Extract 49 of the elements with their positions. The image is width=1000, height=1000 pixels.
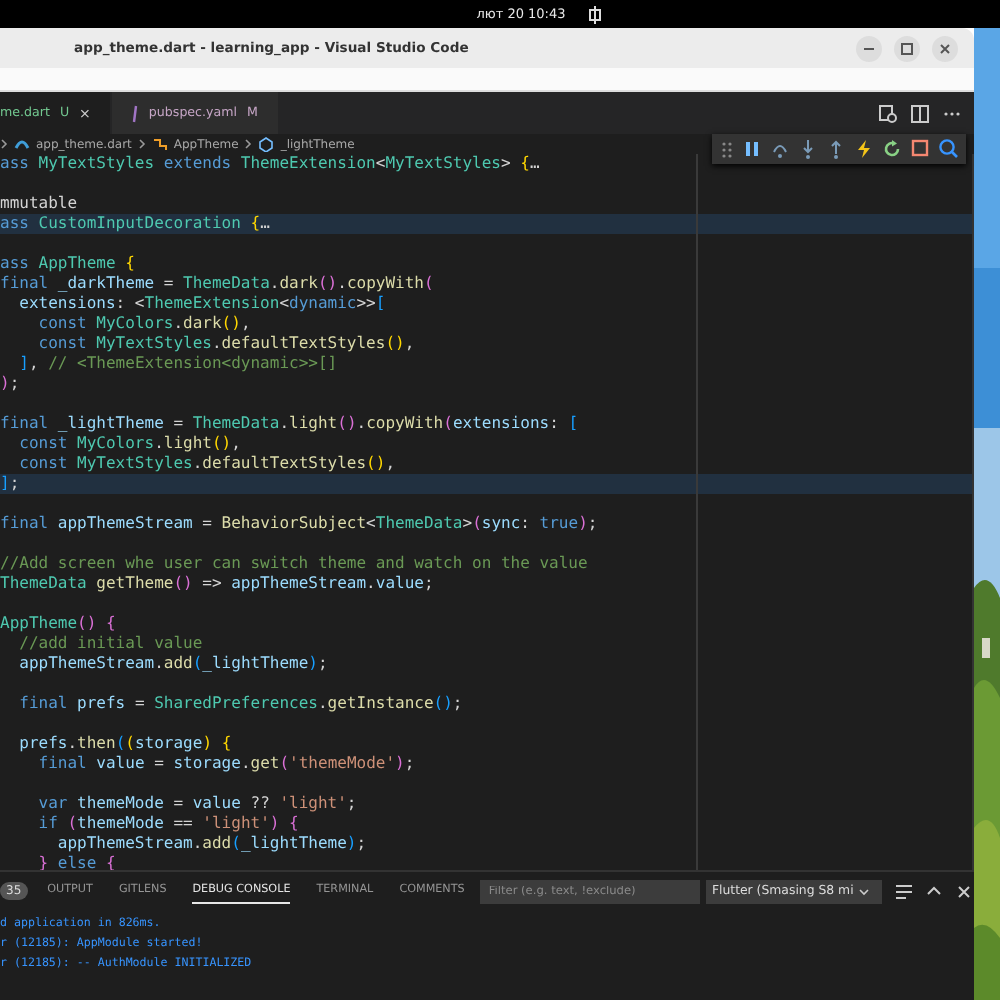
code-line: //Add screen whe user can switch theme and watch on the value (0, 554, 590, 574)
code-line: ThemeData getTheme() => appThemeStream.value; (0, 574, 436, 594)
caret-icon (857, 885, 870, 897)
clear-console-icon[interactable] (894, 881, 914, 901)
minimize-icon[interactable] (856, 35, 882, 61)
code-line: ); (0, 374, 22, 394)
code-line: const MyColors.light(), (17, 434, 243, 454)
step-out-icon[interactable] (826, 138, 846, 160)
code-line: //add initial value (17, 634, 205, 654)
dart-file-icon (14, 136, 30, 152)
field-icon (258, 136, 275, 152)
code-line: appThemeStream.add(_lightTheme); (55, 834, 369, 854)
compare-icon[interactable] (878, 103, 898, 123)
split-editor-icon[interactable] (910, 103, 930, 123)
code-line: ], // <ThemeExtension<dynamic>>[] (17, 354, 340, 374)
code-line: final appThemeStream = BehaviorSubject<ThemeData>(sync: true); (0, 514, 600, 534)
system-icon[interactable] (585, 5, 604, 23)
code-line: appThemeStream.add(_lightTheme); (17, 654, 330, 674)
code-line: } else { (36, 854, 118, 870)
pause-icon[interactable] (742, 138, 762, 160)
inspect-icon[interactable] (938, 138, 958, 160)
code-line: const MyTextStyles.defaultTextStyles(), (36, 334, 417, 354)
class-icon (151, 136, 168, 152)
close-icon[interactable] (932, 35, 958, 61)
drag-handle-icon[interactable] (720, 138, 734, 160)
lightning-icon[interactable] (854, 138, 874, 160)
code-line: ass AppTheme { (0, 254, 137, 274)
code-line: final prefs = SharedPreferences.getInstance(); (17, 694, 465, 714)
chevron-icon (244, 138, 253, 150)
code-line: prefs.then((storage) { (17, 734, 234, 754)
restart-icon[interactable] (882, 138, 902, 160)
code-line: var themeMode = value ?? 'light'; (36, 794, 359, 814)
code-line: if (themeMode == 'light') { (36, 814, 301, 834)
code-line: final value = storage.get('themeMode'); (36, 754, 417, 774)
maximize-icon[interactable] (894, 35, 920, 61)
code-line: const MyColors.dark(), (36, 314, 253, 334)
code-line: ass MyTextStyles extends ThemeExtension<MyTextStyles> {… (0, 154, 542, 174)
chevron-icon (0, 138, 8, 150)
code-line: AppTheme() { (0, 614, 118, 634)
stop-icon[interactable] (910, 138, 930, 160)
code-line: final _darkTheme = ThemeData.dark().copyWith( (0, 274, 436, 294)
chevron-icon (137, 138, 146, 150)
yaml-icon (132, 103, 139, 123)
code-line: const MyTextStyles.defaultTextStyles(), (17, 454, 398, 474)
step-into-icon[interactable] (798, 138, 818, 160)
code-line: extensions: <ThemeExtension<dynamic>>[ (17, 294, 388, 314)
close-icon[interactable] (954, 881, 974, 901)
code-line: mmutable (0, 194, 80, 214)
code-line: final _lightTheme = ThemeData.light().copyWith(extensions: [ (0, 414, 581, 434)
